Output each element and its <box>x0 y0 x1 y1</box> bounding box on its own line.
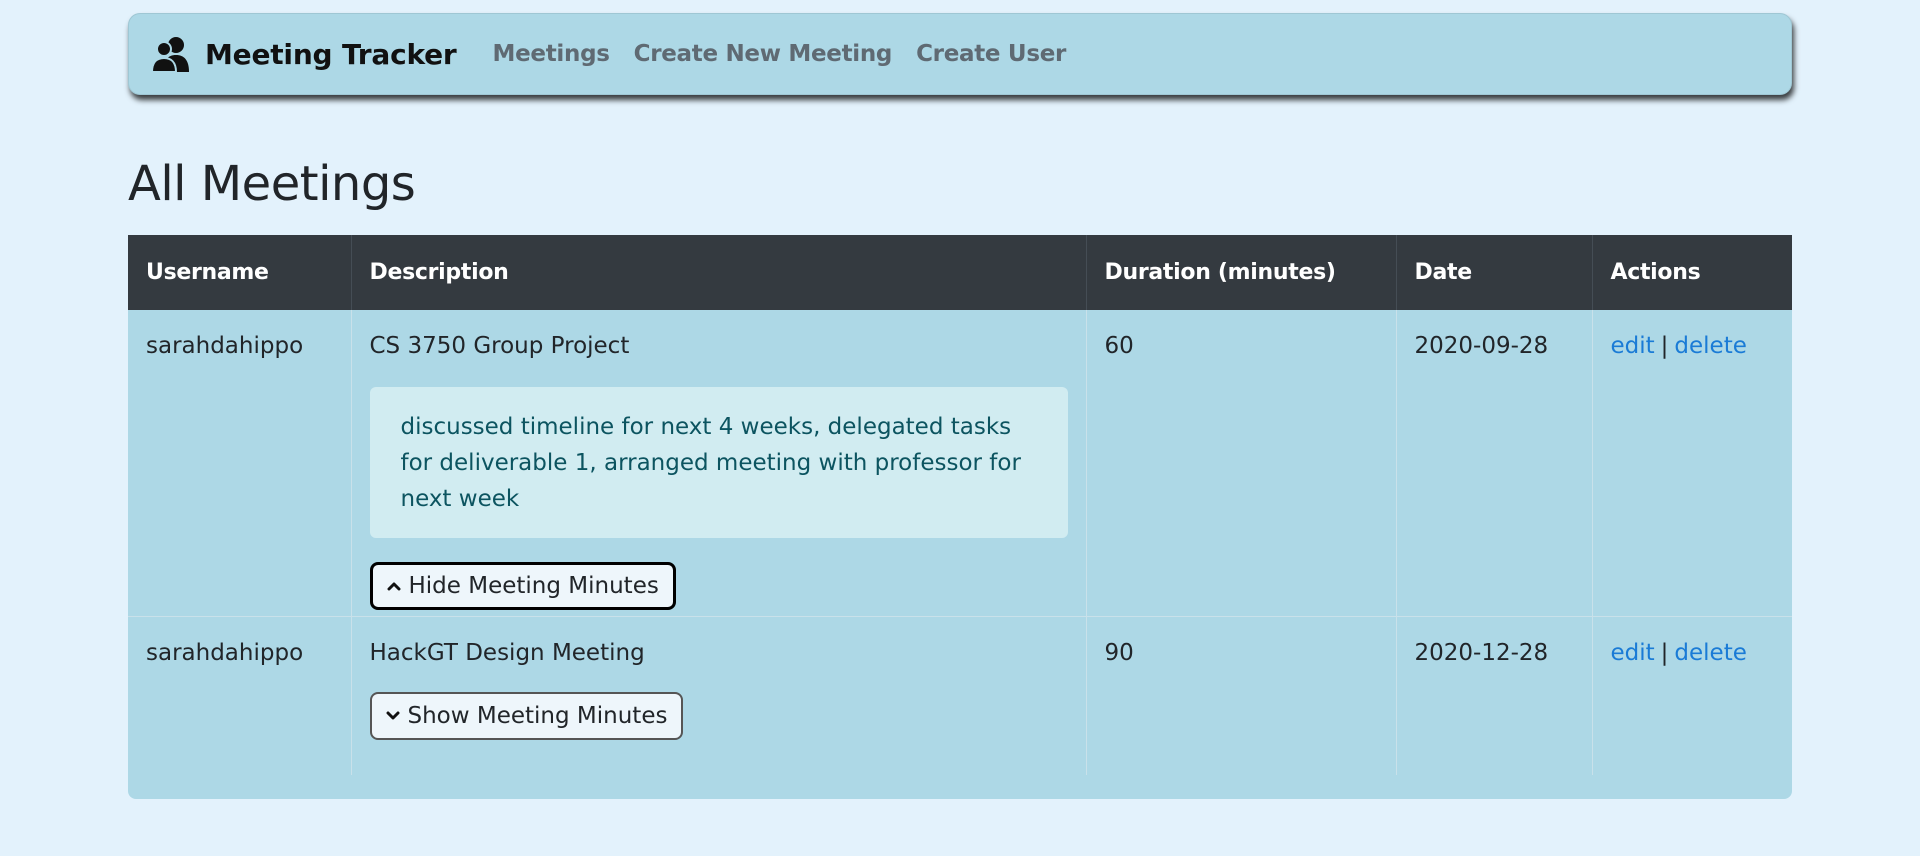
hide-minutes-label: Hide Meeting Minutes <box>408 573 659 599</box>
actions-cell: edit | delete <box>1592 310 1792 616</box>
delete-link[interactable]: delete <box>1674 333 1746 359</box>
description-cell: CS 3750 Group Project discussed timeline… <box>351 310 1087 616</box>
chevron-up-icon <box>387 582 400 591</box>
column-header-username: Username <box>128 235 352 310</box>
action-separator: | <box>1660 639 1669 666</box>
meetings-table: Username Description Duration (minutes) … <box>128 235 1792 775</box>
brand-title: Meeting Tracker <box>205 37 457 71</box>
nav-links: Meetings Create New Meeting Create User <box>493 41 1091 67</box>
meeting-minutes-box: discussed timeline for next 4 weeks, del… <box>369 387 1068 538</box>
show-minutes-button[interactable]: Show Meeting Minutes <box>369 691 684 740</box>
navbar: Meeting Tracker Meetings Create New Meet… <box>128 13 1792 95</box>
table-header: Username Description Duration (minutes) … <box>128 235 1792 310</box>
show-minutes-label: Show Meeting Minutes <box>407 702 668 729</box>
username-cell: sarahdahippo <box>128 615 352 775</box>
users-icon <box>151 37 189 72</box>
duration-cell: 60 <box>1086 310 1397 616</box>
edit-link[interactable]: edit <box>1611 333 1655 359</box>
hide-minutes-button[interactable]: Hide Meeting Minutes <box>369 562 676 610</box>
nav-link-create-user[interactable]: Create User <box>916 41 1066 67</box>
column-header-date: Date <box>1396 235 1593 310</box>
username-cell: sarahdahippo <box>128 310 352 616</box>
table-row: sarahdahippo CS 3750 Group Project discu… <box>128 310 1792 616</box>
nav-link-create-meeting[interactable]: Create New Meeting <box>634 41 893 67</box>
delete-link[interactable]: delete <box>1674 640 1746 666</box>
chevron-down-icon <box>386 711 399 719</box>
action-separator: | <box>1660 333 1669 359</box>
meeting-description: CS 3750 Group Project <box>369 333 630 359</box>
meetings-table-wrapper: Username Description Duration (minutes) … <box>128 235 1792 799</box>
duration-cell: 90 <box>1086 615 1397 775</box>
description-cell: HackGT Design Meeting Show Meeting Minut… <box>351 615 1087 775</box>
column-header-description: Description <box>351 235 1087 310</box>
edit-link[interactable]: edit <box>1611 640 1655 666</box>
column-header-duration: Duration (minutes) <box>1086 235 1397 310</box>
date-cell: 2020-12-28 <box>1396 615 1593 775</box>
column-header-actions: Actions <box>1592 235 1792 310</box>
brand[interactable]: Meeting Tracker <box>151 36 457 72</box>
table-row: sarahdahippo HackGT Design Meeting Show … <box>128 615 1792 775</box>
actions-cell: edit | delete <box>1592 615 1792 775</box>
date-cell: 2020-09-28 <box>1396 310 1593 616</box>
meeting-description: HackGT Design Meeting <box>369 639 645 666</box>
page-title: All Meetings <box>128 156 416 212</box>
nav-link-meetings[interactable]: Meetings <box>493 41 610 67</box>
